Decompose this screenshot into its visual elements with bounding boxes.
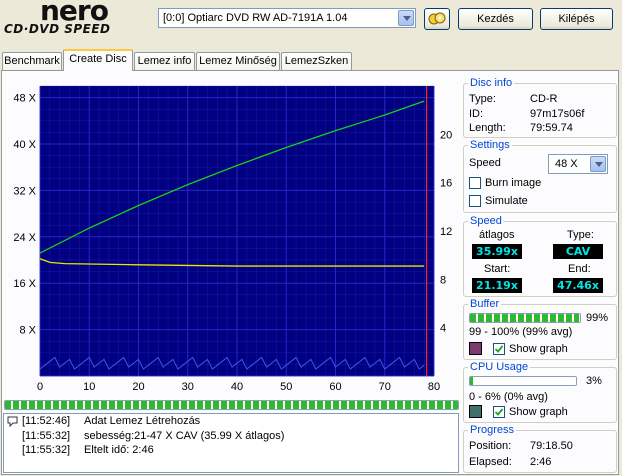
cpu-bar [469, 376, 577, 386]
drive-select-value: [0:0] Optiarc DVD RW AD-7191A 1.04 [163, 12, 348, 24]
tab-disc-info[interactable]: Lemez info [134, 52, 195, 70]
tab-disc-quality[interactable]: Lemez Minőség [196, 52, 280, 70]
burn-image-checkbox[interactable] [469, 177, 481, 189]
log-time: [11:52:46] [22, 415, 71, 427]
buffer-bar-fill [470, 314, 579, 322]
info-icon [7, 416, 18, 428]
y-left-tick-label: 16 X [13, 278, 36, 290]
y-right-tick-label: 8 [440, 274, 446, 286]
x-tick-label: 40 [231, 381, 243, 393]
log-time: [11:55:32] [22, 430, 71, 442]
y-left-tick-label: 8 X [19, 325, 36, 337]
progress-title: Progress [468, 424, 517, 436]
y-right-tick-label: 12 [440, 226, 452, 238]
log-text: Adat Lemez Létrehozás [84, 415, 201, 427]
end-speed-value: 47.46x [553, 278, 603, 293]
end-speed-label: End: [568, 263, 591, 275]
x-tick-label: 30 [182, 381, 194, 393]
elapsed-label: Elapsed: [469, 456, 512, 468]
x-tick-label: 20 [132, 381, 144, 393]
y-left-tick-label: 32 X [13, 185, 36, 197]
x-tick-label: 0 [37, 381, 43, 393]
exit-button[interactable]: Kilépés [540, 8, 613, 30]
speed-setting-label: Speed [469, 157, 501, 169]
buffer-title: Buffer [468, 298, 502, 310]
progress-group: Progress Position: 79:18.50 Elapsed: 2:4… [463, 424, 617, 473]
x-tick-label: 60 [329, 381, 341, 393]
cpu-show-graph-checkbox[interactable] [493, 406, 505, 418]
avg-speed-value: 35.99x [472, 244, 522, 259]
cpu-bar-fill [470, 377, 474, 385]
swap-disc-icon [428, 12, 446, 25]
y-right-tick-label: 20 [440, 129, 452, 141]
tab-disc-scan[interactable]: LemezSzken [281, 52, 352, 70]
buffer-show-graph-checkbox[interactable] [493, 343, 505, 355]
checkmark-icon [494, 345, 504, 353]
y-right-tick-label: 4 [440, 323, 446, 335]
x-tick-label: 80 [428, 381, 440, 393]
start-speed-value: 21.19x [472, 278, 522, 293]
cpu-group: CPU Usage 3% 0 - 6% (0% avg) Show graph [463, 361, 617, 423]
log-text: Eltelt idő: 2:46 [84, 444, 154, 456]
log-list: [11:52:46] Adat Lemez Létrehozás [11:55:… [3, 413, 459, 473]
avg-speed-label: átlagos [479, 229, 515, 241]
y-left-tick-label: 40 X [13, 139, 36, 151]
disc-type-label: Type: [469, 93, 496, 105]
nero-logo: nero CD·DVD SPEED [2, 0, 152, 44]
cpu-percent: 3% [586, 375, 602, 387]
start-button[interactable]: Kezdés [458, 8, 533, 30]
log-text: sebesség:21-47 X CAV (35.99 X átlagos) [84, 430, 285, 442]
cpu-title: CPU Usage [468, 361, 531, 373]
disc-id-label: ID: [469, 108, 484, 120]
y-left-tick-label: 24 X [13, 232, 36, 244]
speed-title: Speed [468, 215, 504, 227]
simulate-label: Simulate [485, 195, 528, 207]
checkmark-icon [494, 408, 504, 416]
cpu-show-graph-label: Show graph [509, 406, 568, 418]
x-tick-label: 10 [83, 381, 95, 393]
speed-select[interactable]: 48 X [548, 154, 608, 174]
chevron-down-icon[interactable] [590, 156, 606, 172]
buffer-percent: 99% [586, 312, 609, 324]
position-value: 79:18.50 [530, 440, 573, 452]
speed-type-value: CAV [553, 244, 603, 259]
simulate-checkbox[interactable] [469, 195, 481, 207]
x-tick-label: 50 [280, 381, 292, 393]
log-time: [11:55:32] [22, 444, 71, 456]
position-label: Position: [469, 440, 512, 452]
disc-info-group: Disc info Type: CD-R ID: 97m17s06f Lengt… [463, 77, 617, 138]
disc-length-value: 79:59.74 [530, 122, 573, 134]
disc-info-title: Disc info [468, 77, 515, 89]
disc-id-value: 97m17s06f [530, 108, 585, 120]
cpu-color-swatch[interactable] [469, 405, 482, 418]
buffer-show-graph-label: Show graph [509, 343, 568, 355]
main-progress-fill [5, 401, 458, 409]
main-progress-bar [4, 400, 459, 410]
buffer-color-swatch[interactable] [469, 342, 482, 355]
drive-select[interactable]: [0:0] Optiarc DVD RW AD-7191A 1.04 [158, 8, 416, 28]
buffer-group: Buffer 99% 99 - 100% (99% avg) Show grap… [463, 298, 617, 360]
buffer-range: 99 - 100% (99% avg) [469, 326, 573, 338]
cpu-range: 0 - 6% (0% avg) [469, 391, 548, 403]
settings-title: Settings [468, 139, 512, 151]
logo-sub: CD·DVD SPEED [4, 22, 111, 36]
start-speed-label: Start: [484, 263, 511, 275]
swap-disc-button[interactable] [424, 8, 450, 30]
tab-create-disc[interactable]: Create Disc [63, 49, 133, 71]
chevron-down-icon[interactable] [398, 10, 414, 26]
disc-type-value: CD-R [530, 93, 558, 105]
speed-select-value: 48 X [555, 158, 578, 170]
speed-group: Speed átlagos Type: 35.99x CAV Start: En… [463, 215, 617, 297]
speed-type-label: Type: [567, 229, 594, 241]
disc-length-label: Length: [469, 122, 506, 134]
tab-benchmark[interactable]: Benchmark [2, 52, 62, 70]
burn-image-label: Burn image [485, 177, 542, 189]
speed-chart: 0 10 20 30 40 50 60 70 80 8 X 16 X 24 X 32 X 40 X 48 X… [13, 85, 452, 393]
elapsed-value: 2:46 [530, 456, 552, 468]
y-right-tick-label: 16 [440, 178, 452, 190]
x-tick-label: 70 [379, 381, 391, 393]
y-left-tick-label: 48 X [13, 93, 36, 105]
buffer-bar [469, 313, 581, 323]
